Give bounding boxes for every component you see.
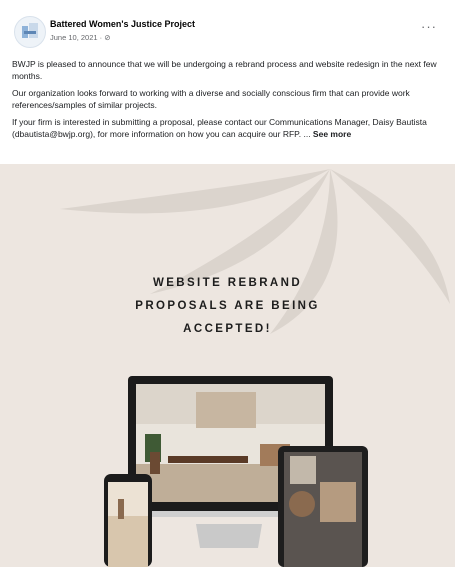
bwjp-logo-icon: [22, 23, 38, 38]
post-image[interactable]: WEBSITE REBRAND PROPOSALS ARE BEING ACCE…: [0, 164, 455, 567]
devices-illustration: [60, 169, 450, 567]
post-paragraph-2: Our organization looks forward to workin…: [12, 88, 410, 110]
more-options-icon[interactable]: ···: [419, 20, 439, 36]
headline-line-2: PROPOSALS ARE BEING: [135, 300, 320, 312]
facebook-post: Battered Women's Justice Project June 10…: [0, 0, 455, 567]
see-more-link[interactable]: See more: [313, 129, 351, 139]
stand-shape: [196, 524, 262, 548]
page-name-link[interactable]: Battered Women's Justice Project: [50, 19, 195, 29]
post-paragraph-1: BWJP is pleased to announce that we will…: [12, 59, 437, 81]
headline-line-3: ACCEPTED!: [183, 323, 272, 335]
post-timestamp[interactable]: June 10, 2021 · ⊘: [50, 33, 111, 42]
page-avatar[interactable]: [14, 16, 46, 48]
headline: WEBSITE REBRAND PROPOSALS ARE BEING ACCE…: [0, 272, 455, 341]
tablet-shape: [278, 446, 368, 567]
post-text: BWJP is pleased to announce that we will…: [12, 58, 444, 145]
post-header: Battered Women's Justice Project June 10…: [10, 12, 445, 52]
post-paragraph-3: If your firm is interested in submitting…: [12, 116, 444, 140]
headline-line-1: WEBSITE REBRAND: [152, 277, 303, 289]
phone-shape: [104, 474, 152, 567]
post-paragraph-3-text: If your firm is interested in submitting…: [12, 117, 427, 139]
